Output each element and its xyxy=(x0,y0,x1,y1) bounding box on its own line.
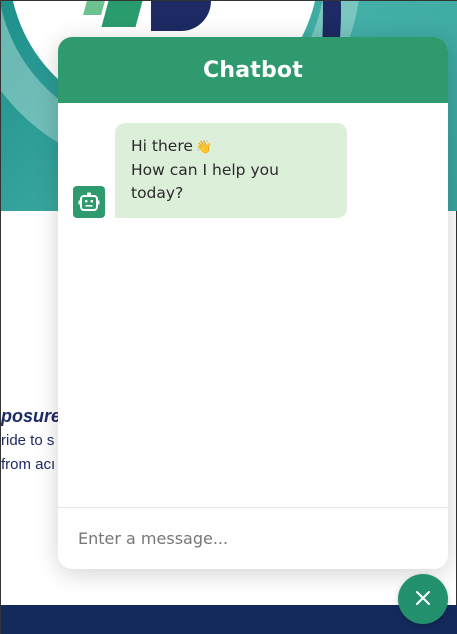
background-text: ride to s xyxy=(1,432,55,449)
chatbot-window: Chatbot Hi there 👋 How can I help you to… xyxy=(58,37,448,569)
chatbot-title: Chatbot xyxy=(203,57,303,83)
chat-messages: Hi there 👋 How can I help you today? xyxy=(58,103,448,507)
message-text: How can I help you today? xyxy=(131,161,279,202)
waving-hand-icon: 👋 xyxy=(195,140,213,155)
footer-bar xyxy=(1,605,457,634)
close-icon xyxy=(414,589,432,610)
chat-input-area xyxy=(58,507,448,569)
chatbot-header: Chatbot xyxy=(58,37,448,103)
robot-icon xyxy=(73,186,105,218)
message-bubble: Hi there 👋 How can I help you today? xyxy=(115,123,347,218)
chatbot-toggler-button[interactable] xyxy=(398,574,448,624)
background-heading: posure xyxy=(1,406,62,426)
message-input[interactable] xyxy=(58,508,448,569)
logo-shape xyxy=(83,1,105,15)
logo-shape xyxy=(101,1,143,27)
message-text: Hi there xyxy=(131,137,193,155)
background-text: from acı xyxy=(1,456,56,473)
incoming-message: Hi there 👋 How can I help you today? xyxy=(73,123,347,218)
